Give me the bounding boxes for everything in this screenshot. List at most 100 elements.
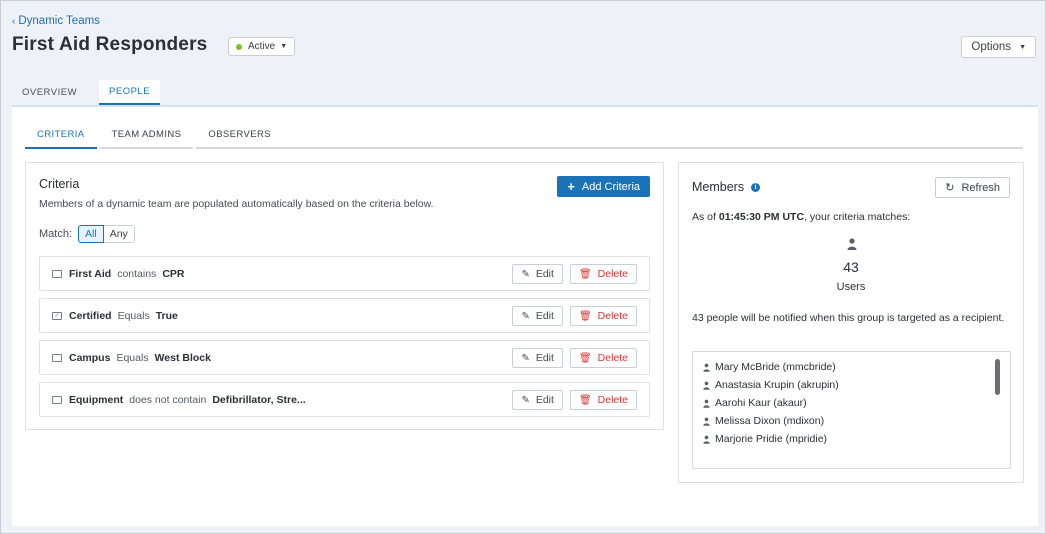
subtab-divider — [267, 147, 1023, 149]
criteria-row: Equipment does not contain Defibrillator… — [39, 382, 650, 417]
tab-overview[interactable]: OVERVIEW — [12, 80, 87, 105]
subtab-team-admins[interactable]: TEAM ADMINS — [99, 121, 194, 149]
user-icon — [703, 381, 710, 390]
match-all-option[interactable]: All — [78, 225, 104, 243]
edit-button[interactable]: ✎ Edit — [512, 390, 563, 410]
status-dropdown[interactable]: Active ▼ — [228, 37, 296, 56]
criteria-description: Members of a dynamic team are populated … — [39, 198, 434, 210]
list-item: Melissa Dixon (mdixon) — [703, 415, 824, 427]
options-button[interactable]: Options ▼ — [961, 36, 1036, 58]
criteria-field: Campus — [69, 351, 111, 364]
pencil-icon: ✎ — [521, 394, 530, 406]
member-list[interactable]: Mary McBride (mmcbride) Anastasia Krupin… — [692, 351, 1011, 469]
trash-icon: 🗑 — [578, 268, 592, 280]
edit-label: Edit — [535, 268, 554, 280]
match-any-option[interactable]: Any — [103, 225, 135, 243]
member-name: Mary McBride (mmcbride) — [715, 361, 836, 373]
members-title: Members — [692, 180, 745, 194]
list-field-icon — [52, 395, 62, 404]
pencil-icon: ✎ — [521, 268, 530, 280]
trash-icon: 🗑 — [578, 394, 592, 406]
delete-button[interactable]: 🗑 Delete — [569, 348, 637, 368]
subtab-observers[interactable]: OBSERVERS — [196, 121, 283, 149]
tab-bar: OVERVIEW PEOPLE — [12, 80, 161, 105]
chevron-left-icon: ‹ — [12, 16, 16, 27]
user-icon — [703, 435, 710, 444]
row-actions: ✎ Edit 🗑 Delete — [512, 390, 637, 410]
subtab-criteria[interactable]: CRITERIA — [25, 121, 97, 149]
status-label: Active — [248, 41, 276, 52]
edit-label: Edit — [535, 310, 554, 322]
refresh-label: Refresh — [961, 181, 1000, 194]
caret-down-icon: ▼ — [280, 43, 288, 50]
criteria-field: Certified — [69, 309, 112, 322]
caret-down-icon: ▼ — [1019, 43, 1026, 51]
criteria-row: First Aid contains CPR ✎ Edit 🗑 Delete — [39, 256, 650, 291]
edit-button[interactable]: ✎ Edit — [512, 306, 563, 326]
match-label: Match: — [39, 228, 73, 240]
criteria-operator: Equals — [117, 309, 150, 322]
as-of-time: 01:45:30 PM UTC — [718, 211, 805, 223]
match-control: Match: All Any — [39, 225, 135, 243]
plus-icon: + — [567, 179, 575, 194]
criteria-field: First Aid — [69, 267, 112, 280]
user-icon — [847, 238, 857, 250]
notify-text: 43 people will be notified when this gro… — [692, 312, 1005, 324]
user-icon — [703, 417, 710, 426]
tab-people[interactable]: PEOPLE — [99, 80, 161, 105]
options-label: Options — [971, 41, 1012, 53]
list-item: Anastasia Krupin (akrupin) — [703, 379, 839, 391]
list-item: Mary McBride (mmcbride) — [703, 361, 836, 373]
refresh-icon: ↻ — [945, 182, 955, 194]
row-actions: ✎ Edit 🗑 Delete — [512, 348, 637, 368]
delete-button[interactable]: 🗑 Delete — [569, 306, 637, 326]
user-icon — [703, 363, 710, 372]
pencil-icon: ✎ — [521, 352, 530, 364]
as-of-suffix: , your criteria matches: — [804, 211, 911, 223]
as-of-prefix: As of — [692, 211, 716, 223]
criteria-operator: Equals — [116, 351, 149, 364]
criteria-value: Defibrillator, Stre... — [212, 393, 306, 406]
edit-label: Edit — [535, 394, 554, 406]
subtab-bar: CRITERIA TEAM ADMINS OBSERVERS — [25, 121, 286, 149]
status-dot-icon — [236, 43, 242, 50]
info-icon[interactable]: i — [751, 182, 761, 192]
criteria-operator: does not contain — [129, 393, 207, 406]
criteria-value: CPR — [162, 267, 185, 280]
pencil-icon: ✎ — [521, 310, 530, 322]
member-name: Melissa Dixon (mdixon) — [715, 415, 825, 427]
main-panel: CRITERIA TEAM ADMINS OBSERVERS Criteria … — [12, 105, 1038, 526]
delete-button[interactable]: 🗑 Delete — [569, 264, 637, 284]
select-field-icon — [52, 353, 62, 362]
trash-icon: 🗑 — [578, 352, 592, 364]
list-item: Marjorie Pridie (mpridie) — [703, 433, 827, 445]
delete-label: Delete — [597, 352, 628, 364]
delete-label: Delete — [597, 310, 628, 322]
delete-button[interactable]: 🗑 Delete — [569, 390, 637, 410]
edit-button[interactable]: ✎ Edit — [512, 348, 563, 368]
refresh-button[interactable]: ↻ Refresh — [935, 177, 1010, 198]
match-toggle: All Any — [78, 225, 135, 243]
scrollbar-thumb[interactable] — [995, 359, 1000, 395]
edit-button[interactable]: ✎ Edit — [512, 264, 563, 284]
row-actions: ✎ Edit 🗑 Delete — [512, 264, 637, 284]
list-item: Aarohi Kaur (akaur) — [703, 397, 807, 409]
criteria-list: First Aid contains CPR ✎ Edit 🗑 Delete ✓ C… — [39, 256, 650, 424]
row-actions: ✎ Edit 🗑 Delete — [512, 306, 637, 326]
as-of-text: As of 01:45:30 PM UTC, your criteria mat… — [692, 211, 910, 223]
breadcrumb[interactable]: ‹ Dynamic Teams — [12, 15, 100, 27]
delete-label: Delete — [597, 394, 628, 406]
members-title-row: Members i — [692, 180, 761, 194]
criteria-value: West Block — [154, 351, 211, 364]
user-icon — [703, 399, 710, 408]
member-name: Anastasia Krupin (akrupin) — [715, 379, 839, 391]
text-field-icon — [52, 269, 62, 278]
criteria-card: Criteria + Add Criteria Members of a dyna… — [25, 162, 664, 430]
member-count: 43 — [843, 259, 859, 275]
criteria-row: Campus Equals West Block ✎ Edit 🗑 Delete — [39, 340, 650, 375]
criteria-operator: contains — [117, 267, 157, 280]
member-count-label: Users — [836, 281, 866, 293]
page-title: First Aid Responders — [12, 34, 208, 55]
add-criteria-button[interactable]: + Add Criteria — [557, 176, 650, 197]
checkbox-field-icon: ✓ — [52, 311, 62, 320]
